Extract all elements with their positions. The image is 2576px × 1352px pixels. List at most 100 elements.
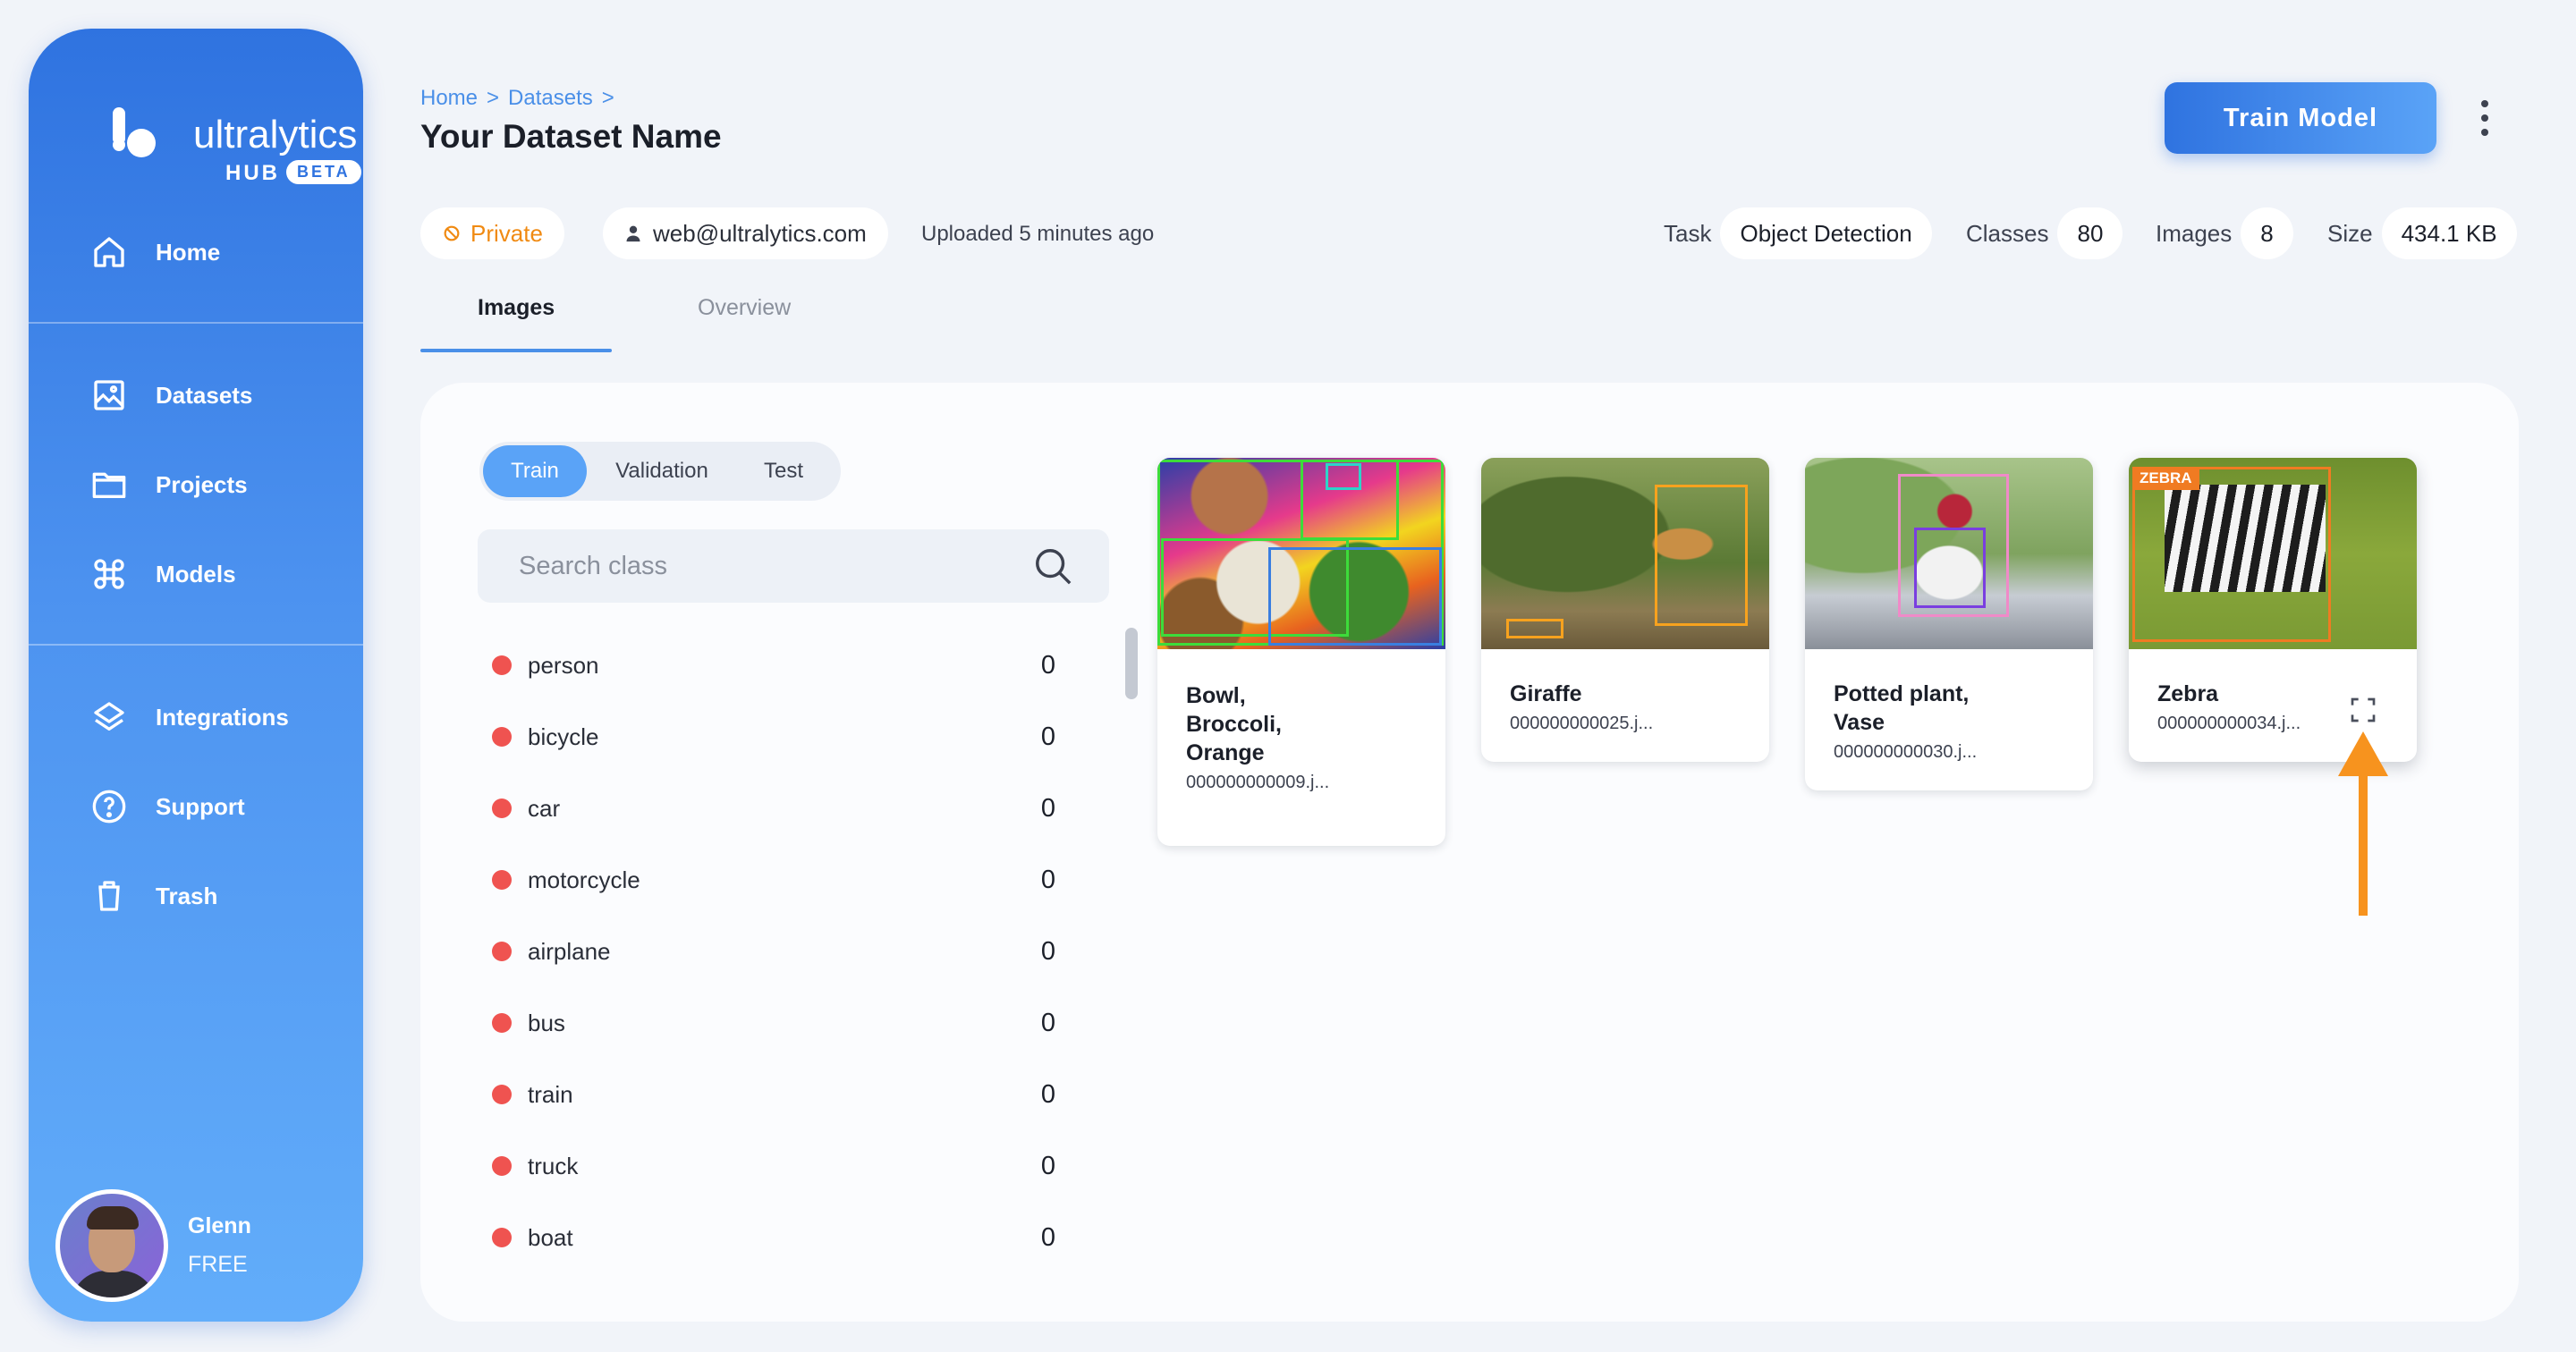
card-title: Potted plant, xyxy=(1834,681,1970,706)
size-label: Size xyxy=(2327,219,2373,247)
class-row[interactable]: car 0 xyxy=(492,790,1055,826)
search-icon[interactable] xyxy=(1032,545,1073,587)
sidebar-item-integrations[interactable]: Integrations xyxy=(91,690,289,744)
class-row[interactable]: truck 0 xyxy=(492,1148,1055,1184)
image-thumbnail xyxy=(1805,458,2093,649)
class-row[interactable]: airplane 0 xyxy=(492,934,1055,969)
user-name: Glenn xyxy=(188,1213,251,1238)
owner-badge: web@ultralytics.com xyxy=(603,207,888,259)
image-card[interactable]: Bowl, Broccoli, Orange 000000000009.j... xyxy=(1157,458,1445,846)
page-title: Your Dataset Name xyxy=(420,118,722,155)
split-train-button[interactable]: Train xyxy=(483,445,587,497)
split-test-button[interactable]: Test xyxy=(737,445,830,497)
task-label: Task xyxy=(1664,219,1712,247)
class-name: bus xyxy=(528,1009,565,1036)
class-color-dot xyxy=(492,1085,512,1104)
classes-meta: Classes 80 xyxy=(1966,207,2123,259)
sidebar-item-label: Integrations xyxy=(156,703,289,731)
class-row[interactable]: bus 0 xyxy=(492,1005,1055,1041)
card-title: Vase xyxy=(1834,710,1885,735)
arrow-up-icon xyxy=(2338,731,2388,916)
breadcrumb-datasets-link[interactable]: Datasets xyxy=(508,86,593,111)
search-input[interactable] xyxy=(519,529,1020,603)
image-thumbnail xyxy=(1157,458,1445,649)
sidebar-divider xyxy=(29,644,363,646)
breadcrumb-home-link[interactable]: Home xyxy=(420,86,478,111)
sidebar-item-datasets[interactable]: Datasets xyxy=(91,368,252,422)
class-name: person xyxy=(528,651,599,679)
image-card[interactable]: Giraffe 000000000025.j... xyxy=(1481,458,1769,762)
folder-icon xyxy=(92,472,126,498)
class-row[interactable]: train 0 xyxy=(492,1077,1055,1112)
class-name: train xyxy=(528,1080,573,1108)
sidebar-item-trash[interactable]: Trash xyxy=(91,869,217,923)
owner-email: web@ultralytics.com xyxy=(653,219,867,247)
uploaded-time: Uploaded 5 minutes ago xyxy=(921,222,1155,246)
class-list-scrollbar[interactable] xyxy=(1125,628,1138,699)
classes-value: 80 xyxy=(2057,207,2123,259)
class-name: truck xyxy=(528,1152,579,1179)
brand-logo[interactable]: ultralytics HUB BETA xyxy=(82,79,361,186)
class-count: 0 xyxy=(1040,1151,1055,1180)
image-card[interactable]: Potted plant, Vase 000000000030.j... xyxy=(1805,458,2093,790)
breadcrumb: Home > Datasets > xyxy=(420,86,614,111)
class-name: airplane xyxy=(528,937,611,965)
visibility-label: Private xyxy=(470,219,543,247)
image-thumbnail: ZEBRA xyxy=(2129,458,2417,649)
sidebar-item-label: Trash xyxy=(156,882,218,909)
class-color-dot xyxy=(492,655,512,675)
class-color-dot xyxy=(492,799,512,818)
images-label: Images xyxy=(2156,219,2233,247)
train-model-button[interactable]: Train Model xyxy=(2165,82,2436,154)
sidebar-item-support[interactable]: Support xyxy=(91,780,245,833)
home-icon xyxy=(94,237,124,267)
classes-label: Classes xyxy=(1966,219,2049,247)
split-selector: Train Validation Test xyxy=(479,442,841,501)
card-title: Broccoli, xyxy=(1186,712,1282,737)
active-tab-indicator xyxy=(420,349,612,352)
class-search xyxy=(478,529,1109,603)
more-options-icon[interactable] xyxy=(2478,100,2492,136)
user-profile[interactable]: Glenn FREE xyxy=(55,1187,251,1304)
user-plan: FREE xyxy=(188,1252,248,1277)
help-circle-icon xyxy=(92,790,126,824)
class-color-dot xyxy=(492,942,512,961)
class-row[interactable]: bicycle 0 xyxy=(492,719,1055,755)
avatar xyxy=(55,1189,168,1302)
class-count: 0 xyxy=(1040,722,1055,751)
class-color-dot xyxy=(492,870,512,890)
layers-icon xyxy=(94,702,124,731)
class-color-dot xyxy=(492,727,512,747)
class-row[interactable]: motorcycle 0 xyxy=(492,862,1055,898)
visibility-badge[interactable]: Private xyxy=(420,207,564,259)
class-row[interactable]: boat 0 xyxy=(492,1220,1055,1255)
sidebar-item-projects[interactable]: Projects xyxy=(91,458,248,511)
sidebar-item-home[interactable]: Home xyxy=(91,225,220,279)
class-name: car xyxy=(528,794,561,822)
sidebar-item-label: Home xyxy=(156,238,221,266)
breadcrumb-separator: > xyxy=(601,86,614,110)
brand-hub: HUB xyxy=(225,161,280,185)
class-count: 0 xyxy=(1040,1079,1055,1109)
task-value: Object Detection xyxy=(1720,207,1932,259)
split-validation-button[interactable]: Validation xyxy=(587,445,737,497)
images-panel: Train Validation Test person 0 bicycle 0 c… xyxy=(420,383,2519,1322)
sidebar-item-models[interactable]: Models xyxy=(91,547,236,601)
user-icon xyxy=(626,225,640,242)
ultralytics-logo-icon xyxy=(113,107,156,157)
card-title: Giraffe xyxy=(1510,681,1582,706)
tab-overview[interactable]: Overview xyxy=(698,295,791,321)
sidebar-item-label: Models xyxy=(156,560,236,587)
images-meta: Images 8 xyxy=(2156,207,2293,259)
sidebar-item-label: Support xyxy=(156,792,245,820)
expand-icon[interactable] xyxy=(2349,696,2377,724)
class-row[interactable]: person 0 xyxy=(492,647,1055,683)
tab-images[interactable]: Images xyxy=(478,295,555,321)
image-card[interactable]: ZEBRA Zebra 000000000034.j... xyxy=(2129,458,2417,762)
private-icon xyxy=(444,225,460,241)
class-count: 0 xyxy=(1040,650,1055,680)
images-value: 8 xyxy=(2241,207,2293,259)
image-icon xyxy=(94,380,124,410)
card-filename: 000000000009.j... xyxy=(1186,773,1330,792)
bbox-label-tag: ZEBRA xyxy=(2132,467,2199,490)
